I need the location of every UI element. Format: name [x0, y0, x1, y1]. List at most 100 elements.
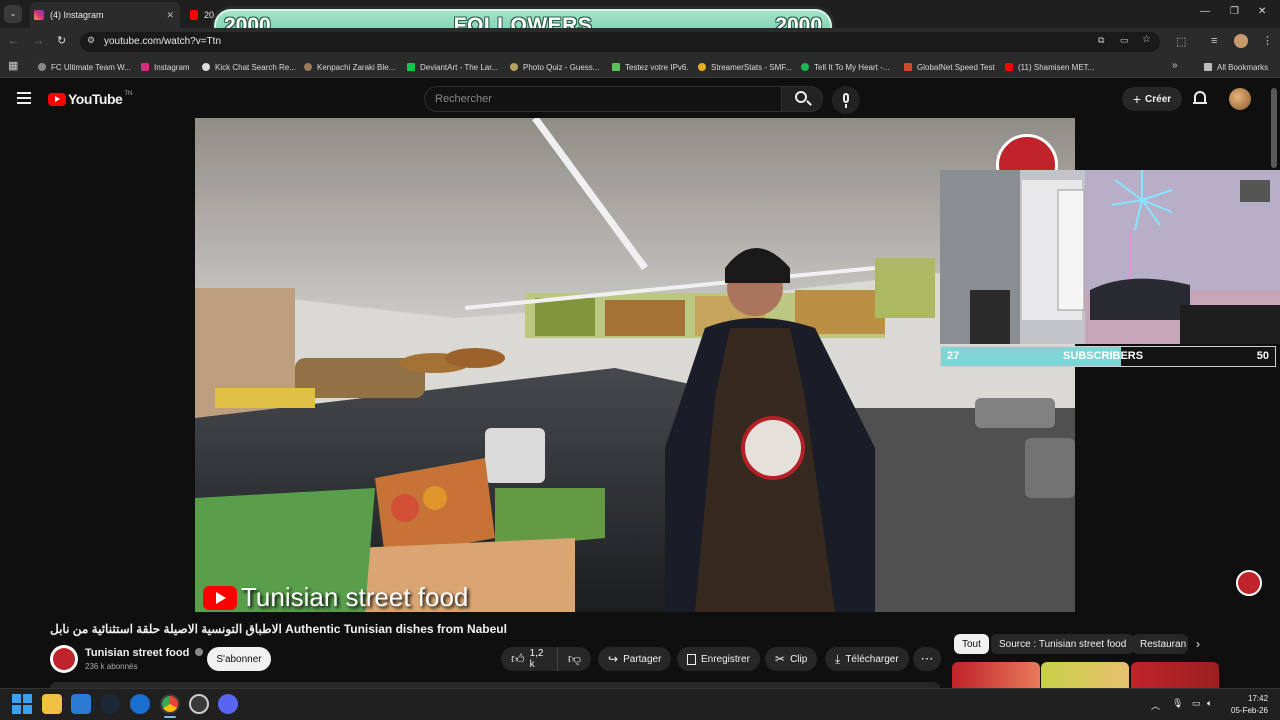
notifications-bell-icon[interactable] — [1193, 91, 1207, 105]
subscribers-goal: 50 — [1256, 350, 1269, 362]
chip-all[interactable]: Tout — [954, 634, 989, 654]
search-input[interactable]: Rechercher — [424, 86, 782, 112]
channel-avatar[interactable] — [50, 645, 78, 673]
hamburger-menu-icon[interactable] — [17, 92, 31, 104]
scissors-icon: ✂ — [775, 652, 786, 666]
microphone-tray-icon[interactable]: 🎙︎ — [1172, 698, 1183, 709]
back-icon[interactable]: ← — [8, 35, 19, 47]
file-explorer-icon[interactable] — [42, 694, 62, 714]
clock-time[interactable]: 17:42 — [1248, 694, 1268, 703]
tray-overflow-icon[interactable]: ︿ — [1151, 699, 1160, 712]
display-tray-icon[interactable]: ▭ — [1192, 698, 1201, 709]
bookmark-item[interactable]: DeviantArt - The Lar... — [407, 60, 498, 74]
taskbar-active-indicator — [164, 716, 176, 718]
forward-icon[interactable]: → — [33, 35, 44, 47]
instagram-icon — [34, 10, 44, 20]
like-button[interactable]: 👍︎ 1,2 k — [501, 647, 557, 671]
chrome-icon[interactable] — [160, 694, 180, 714]
tab-search-button[interactable]: ⌄ — [4, 5, 22, 23]
webcam-overlay — [940, 170, 1280, 344]
minimize-icon[interactable]: — — [1200, 6, 1210, 17]
media-controls-icon[interactable]: ≡ — [1211, 35, 1217, 47]
floating-channel-icon[interactable] — [1236, 570, 1262, 596]
search-button[interactable] — [781, 86, 823, 112]
instagram-icon — [141, 63, 149, 71]
bookmark-item[interactable]: Instagram — [141, 60, 190, 74]
bookmark-item[interactable]: Photo Quiz - Guess... — [510, 60, 599, 74]
app-icon[interactable] — [130, 694, 150, 714]
mail-icon[interactable] — [71, 694, 91, 714]
bookmark-item[interactable]: Kick Chat Search Re... — [202, 60, 296, 74]
bookmark-icon — [510, 63, 518, 71]
bookmark-item[interactable]: Kenpachi Zaraki Ble... — [304, 60, 395, 74]
translate-icon[interactable]: ⧉ — [1098, 35, 1104, 46]
recommended-thumbnail[interactable] — [952, 662, 1040, 688]
bookmark-item[interactable]: StreamerStats - SMF... — [698, 60, 792, 74]
voice-search-button[interactable] — [832, 86, 860, 114]
steam-icon[interactable] — [100, 694, 120, 714]
subscribe-button[interactable]: S'abonner — [207, 647, 271, 671]
all-bookmarks[interactable]: All Bookmarks — [1204, 60, 1268, 74]
volume-icon[interactable]: 🔈︎ — [1207, 698, 1212, 709]
browser-menu-icon[interactable]: ⋮ — [1262, 34, 1273, 47]
bookmark-item[interactable]: Testez votre IPv6. — [612, 60, 689, 74]
discord-icon[interactable] — [218, 694, 238, 714]
restore-icon[interactable]: ❐ — [1230, 6, 1239, 17]
youtube-play-icon — [203, 585, 237, 610]
tab-label: (4) Instagram — [50, 10, 104, 20]
youtube-icon — [1005, 63, 1013, 71]
plus-icon: + — [1132, 91, 1142, 107]
chip-restaurant[interactable]: Restauran — [1132, 634, 1188, 654]
like-count: 1,2 k — [529, 648, 544, 670]
url-field[interactable]: ⚙ youtube.com/watch?v=Ttn ⧉ ▭ ☆ — [80, 32, 1160, 52]
share-button[interactable]: ↪ Partager — [598, 647, 672, 671]
download-button[interactable]: ⤓ Télécharger — [825, 647, 909, 671]
bookmark-star-icon[interactable]: ☆ — [1142, 34, 1151, 45]
recommended-thumbnail[interactable] — [1041, 662, 1129, 688]
account-avatar[interactable] — [1229, 88, 1251, 110]
chip-source[interactable]: Source : Tunisian street food — [991, 634, 1135, 654]
tab-instagram[interactable]: (4) Instagram ✕ — [30, 2, 180, 28]
thumbs-up-icon: 👍︎ — [511, 651, 525, 666]
bookmark-item[interactable]: Tell It To My Heart -... — [801, 60, 889, 74]
webcam-feed — [940, 170, 1280, 344]
clock-date[interactable]: 05-Feb-26 — [1231, 706, 1268, 715]
more-actions-button[interactable]: ⋯ — [913, 647, 941, 671]
bookmark-icon — [304, 63, 312, 71]
bookmark-item[interactable]: FC Ultimate Team W... — [38, 60, 131, 74]
recommended-thumbnail[interactable] — [1131, 662, 1219, 688]
bookmark-icon — [38, 63, 46, 71]
cast-icon[interactable]: ▭ — [1120, 35, 1129, 46]
save-button[interactable]: Enregistrer — [677, 647, 760, 671]
chip-next-icon[interactable]: › — [1196, 637, 1200, 651]
site-info-icon[interactable]: ⚙ — [87, 35, 95, 46]
share-icon: ↪ — [608, 652, 619, 666]
page-scrollbar[interactable] — [1271, 88, 1277, 168]
windows-start-icon[interactable] — [12, 694, 32, 714]
more-bookmarks-icon[interactable]: » — [1172, 60, 1178, 71]
youtube-logo[interactable]: YouTube TN — [48, 91, 132, 107]
dislike-button[interactable]: 👎︎ — [557, 647, 591, 671]
clip-button[interactable]: ✂ Clip — [765, 647, 818, 671]
region-code: TN — [124, 91, 133, 97]
channel-name[interactable]: Tunisian street food — [85, 647, 204, 659]
bookmark-item[interactable]: GlobalNet Speed Test — [904, 60, 995, 74]
subscribers-goal-bar: 27 SUBSCRIBERS 50 — [940, 346, 1276, 367]
apps-icon[interactable]: ▦ — [8, 59, 18, 72]
bookmark-icon — [612, 63, 620, 71]
profile-avatar[interactable] — [1234, 34, 1248, 48]
channel-watermark: Tunisian street food — [203, 582, 468, 612]
close-window-icon[interactable]: ✕ — [1258, 6, 1266, 17]
close-tab-icon[interactable]: ✕ — [166, 10, 174, 21]
watermark-text: Tunisian street food — [241, 582, 469, 612]
reload-icon[interactable]: ↻ — [57, 34, 66, 47]
youtube-logo-text: YouTube — [68, 91, 123, 107]
extensions-icon[interactable]: ⬚ — [1176, 35, 1186, 48]
microphone-icon — [843, 93, 849, 103]
obs-icon[interactable] — [189, 694, 209, 714]
spotify-icon — [801, 63, 809, 71]
video-title: الاطباق التونسية الاصيلة حلقة استثنائية … — [50, 622, 507, 636]
subscribers-label: SUBSCRIBERS — [1063, 350, 1144, 362]
bookmark-item[interactable]: (11) Shamisen MET... — [1005, 60, 1094, 74]
create-button[interactable]: + Créer — [1122, 87, 1182, 111]
